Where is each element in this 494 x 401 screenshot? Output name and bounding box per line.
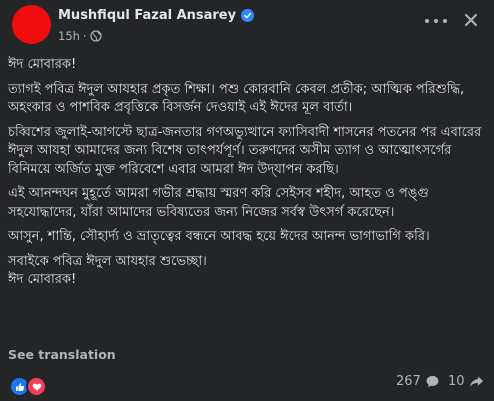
love-reaction-icon bbox=[26, 376, 47, 397]
more-dot bbox=[425, 19, 429, 23]
post-footer: 267 10 bbox=[0, 371, 494, 397]
more-dot bbox=[443, 19, 447, 23]
post-paragraph: সবাইকে পবিত্র ঈদুল আযহার শুভেচ্ছা। ঈদ মো… bbox=[8, 253, 207, 288]
post-meta: 15h · bbox=[58, 29, 102, 43]
post-timestamp[interactable]: 15h bbox=[58, 29, 80, 43]
more-dot bbox=[434, 19, 438, 23]
more-options-icon[interactable] bbox=[425, 14, 447, 28]
see-translation-link[interactable]: See translation bbox=[8, 347, 116, 362]
comment-count-value: 267 bbox=[396, 374, 421, 389]
close-icon[interactable] bbox=[460, 9, 482, 31]
post-header: Mushfiqul Fazal Ansarey 15h · bbox=[0, 0, 494, 48]
post-paragraph: চব্বিশের জুলাই-আগস্টে ছাত্র-জনতার গণঅভ্য… bbox=[8, 124, 482, 177]
author-row: Mushfiqul Fazal Ansarey bbox=[58, 8, 255, 23]
post-paragraph: এই আনন্দঘন মুহূর্তে আমরা গভীর শ্রদ্ধায় … bbox=[8, 186, 429, 220]
comment-count[interactable]: 267 bbox=[396, 374, 440, 389]
post-paragraph: ত্যাগই পবিত্র ঈদুল আযহার প্রকৃত শিক্ষা। … bbox=[8, 81, 465, 116]
comment-icon bbox=[425, 374, 440, 389]
post-paragraph: আসুন, শান্তি, সৌহার্দ্য ও ভ্রাতৃত্বের বন… bbox=[8, 229, 430, 244]
author-name[interactable]: Mushfiqul Fazal Ansarey bbox=[58, 8, 236, 23]
verified-badge-icon bbox=[241, 9, 255, 22]
share-count-value: 10 bbox=[448, 374, 465, 389]
avatar[interactable] bbox=[12, 5, 51, 44]
reaction-summary[interactable] bbox=[9, 375, 49, 397]
globe-icon[interactable] bbox=[89, 30, 102, 42]
post-paragraph: ঈদ মোবারক! bbox=[8, 57, 77, 72]
share-count[interactable]: 10 bbox=[448, 374, 484, 389]
share-icon bbox=[469, 374, 484, 389]
post-content: ঈদ মোবারক! ত্যাগই পবিত্র ঈদুল আযহার প্রক… bbox=[8, 56, 486, 296]
meta-separator: · bbox=[82, 29, 87, 43]
